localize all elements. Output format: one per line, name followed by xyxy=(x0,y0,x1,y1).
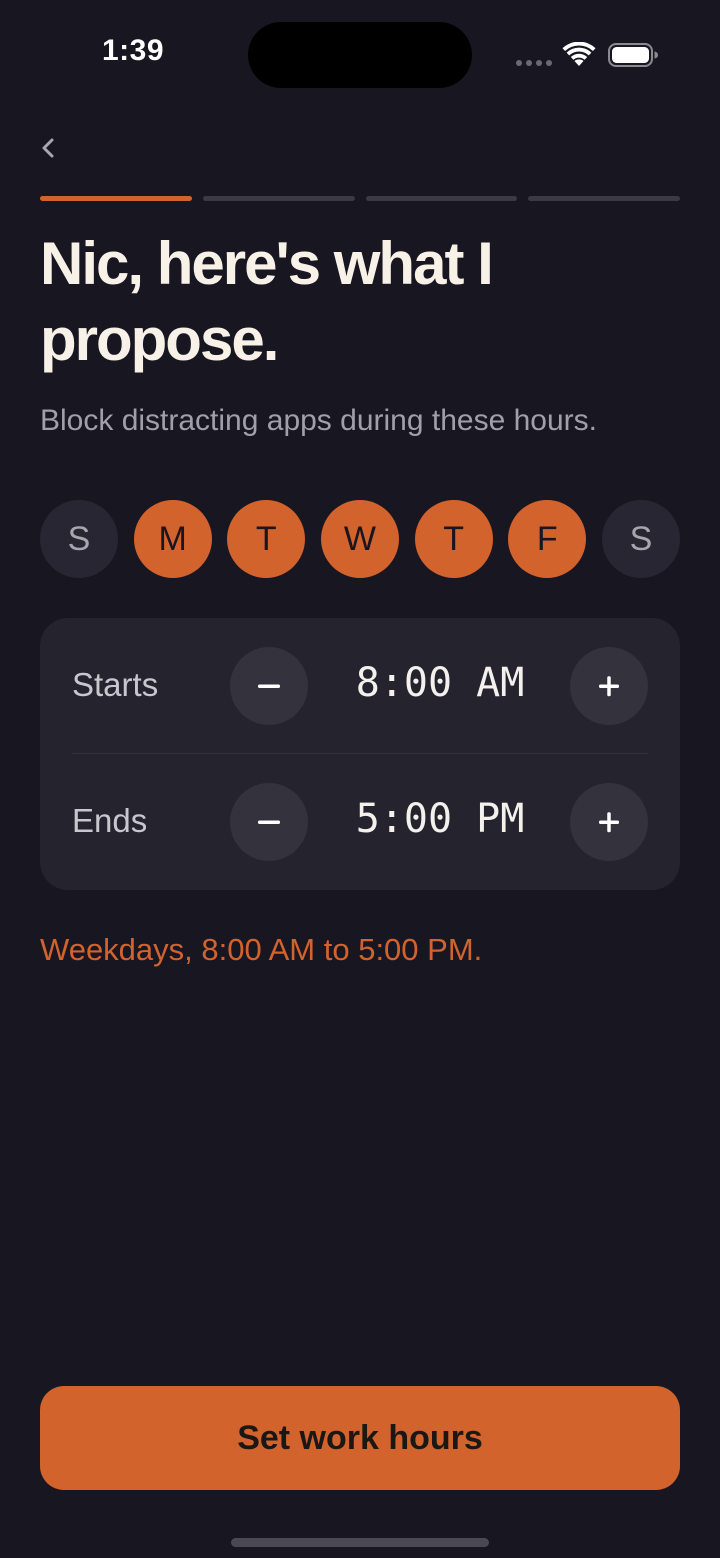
onboarding-progress xyxy=(40,196,680,201)
start-time-label: Starts xyxy=(72,666,159,703)
set-work-hours-button[interactable]: Set work hours xyxy=(40,1386,680,1490)
plus-icon xyxy=(599,812,619,833)
progress-step-1 xyxy=(40,196,192,201)
start-time-value: 8:00 AM xyxy=(355,660,525,706)
start-time-row: Starts 8:00 AM xyxy=(40,618,680,754)
start-time-decrement-button[interactable] xyxy=(230,647,308,725)
page-title: Nic, here's what I propose. xyxy=(40,230,494,373)
home-indicator[interactable] xyxy=(231,1538,489,1547)
day-toggle-monday[interactable]: M xyxy=(133,500,212,578)
day-toggle-friday[interactable]: F xyxy=(508,500,587,578)
progress-step-3 xyxy=(365,196,518,201)
minus-icon xyxy=(258,684,280,688)
status-time: 1:39 xyxy=(102,34,165,67)
battery-icon xyxy=(608,43,658,67)
chevron-left-icon xyxy=(42,138,54,158)
time-range-card: Starts 8:00 AM Ends 5:00 PM xyxy=(40,618,680,890)
day-toggle-sunday[interactable]: S xyxy=(40,500,118,578)
day-toggle-saturday[interactable]: S xyxy=(601,500,680,578)
end-time-decrement-button[interactable] xyxy=(230,783,308,861)
progress-step-4 xyxy=(528,196,680,201)
page-subtitle: Block distracting apps during these hour… xyxy=(40,404,597,437)
back-button[interactable] xyxy=(34,128,64,168)
end-time-increment-button[interactable] xyxy=(570,783,648,861)
end-time-value: 5:00 PM xyxy=(355,796,525,842)
start-time-increment-button[interactable] xyxy=(570,647,648,725)
schedule-summary: Weekdays, 8:00 AM to 5:00 PM. xyxy=(40,932,483,967)
end-time-label: Ends xyxy=(72,802,148,839)
wifi-icon xyxy=(562,42,596,66)
plus-icon xyxy=(599,676,619,697)
day-toggle-tuesday[interactable]: T xyxy=(227,500,306,578)
dynamic-island xyxy=(248,22,472,88)
cellular-signal-icon xyxy=(516,60,552,66)
status-bar: 1:39 xyxy=(0,0,720,110)
day-toggle-thursday[interactable]: T xyxy=(414,500,493,578)
end-time-row: Ends 5:00 PM xyxy=(40,754,680,890)
minus-icon xyxy=(258,820,280,824)
day-toggle-wednesday[interactable]: W xyxy=(320,500,399,578)
day-selector: S M T W T F S xyxy=(40,500,680,578)
progress-step-2 xyxy=(202,196,355,201)
